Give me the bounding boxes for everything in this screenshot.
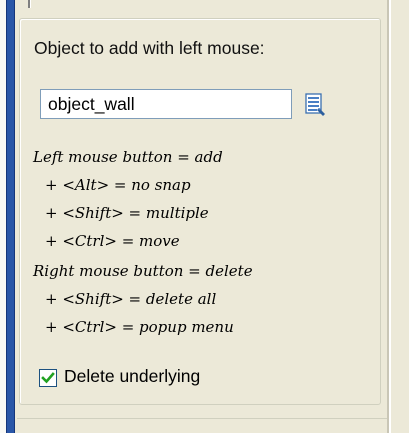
left-button-help: Left mouse button = add bbox=[33, 148, 223, 166]
top-strip bbox=[6, 0, 409, 8]
right-shift-modifier-help: + <Shift> = delete all bbox=[45, 290, 217, 308]
object-heading: Object to add with left mouse: bbox=[34, 38, 265, 58]
delete-underlying-label[interactable]: Delete underlying bbox=[64, 366, 200, 387]
delete-underlying-checkbox[interactable] bbox=[39, 369, 57, 387]
object-name-field[interactable]: object_wall bbox=[40, 89, 292, 119]
document-list-icon[interactable] bbox=[305, 93, 327, 117]
panel-bottom-edge bbox=[17, 418, 387, 419]
shift-modifier-help: + <Shift> = multiple bbox=[45, 204, 209, 222]
checkmark-icon bbox=[41, 372, 55, 384]
window-frame-left bbox=[6, 0, 15, 433]
alt-modifier-help: + <Alt> = no snap bbox=[45, 176, 191, 194]
ctrl-modifier-help: + <Ctrl> = move bbox=[45, 232, 180, 250]
object-name-value: object_wall bbox=[48, 94, 135, 114]
right-button-help: Right mouse button = delete bbox=[33, 262, 253, 280]
right-ctrl-modifier-help: + <Ctrl> = popup menu bbox=[45, 318, 234, 336]
window-frame-right bbox=[387, 0, 409, 433]
